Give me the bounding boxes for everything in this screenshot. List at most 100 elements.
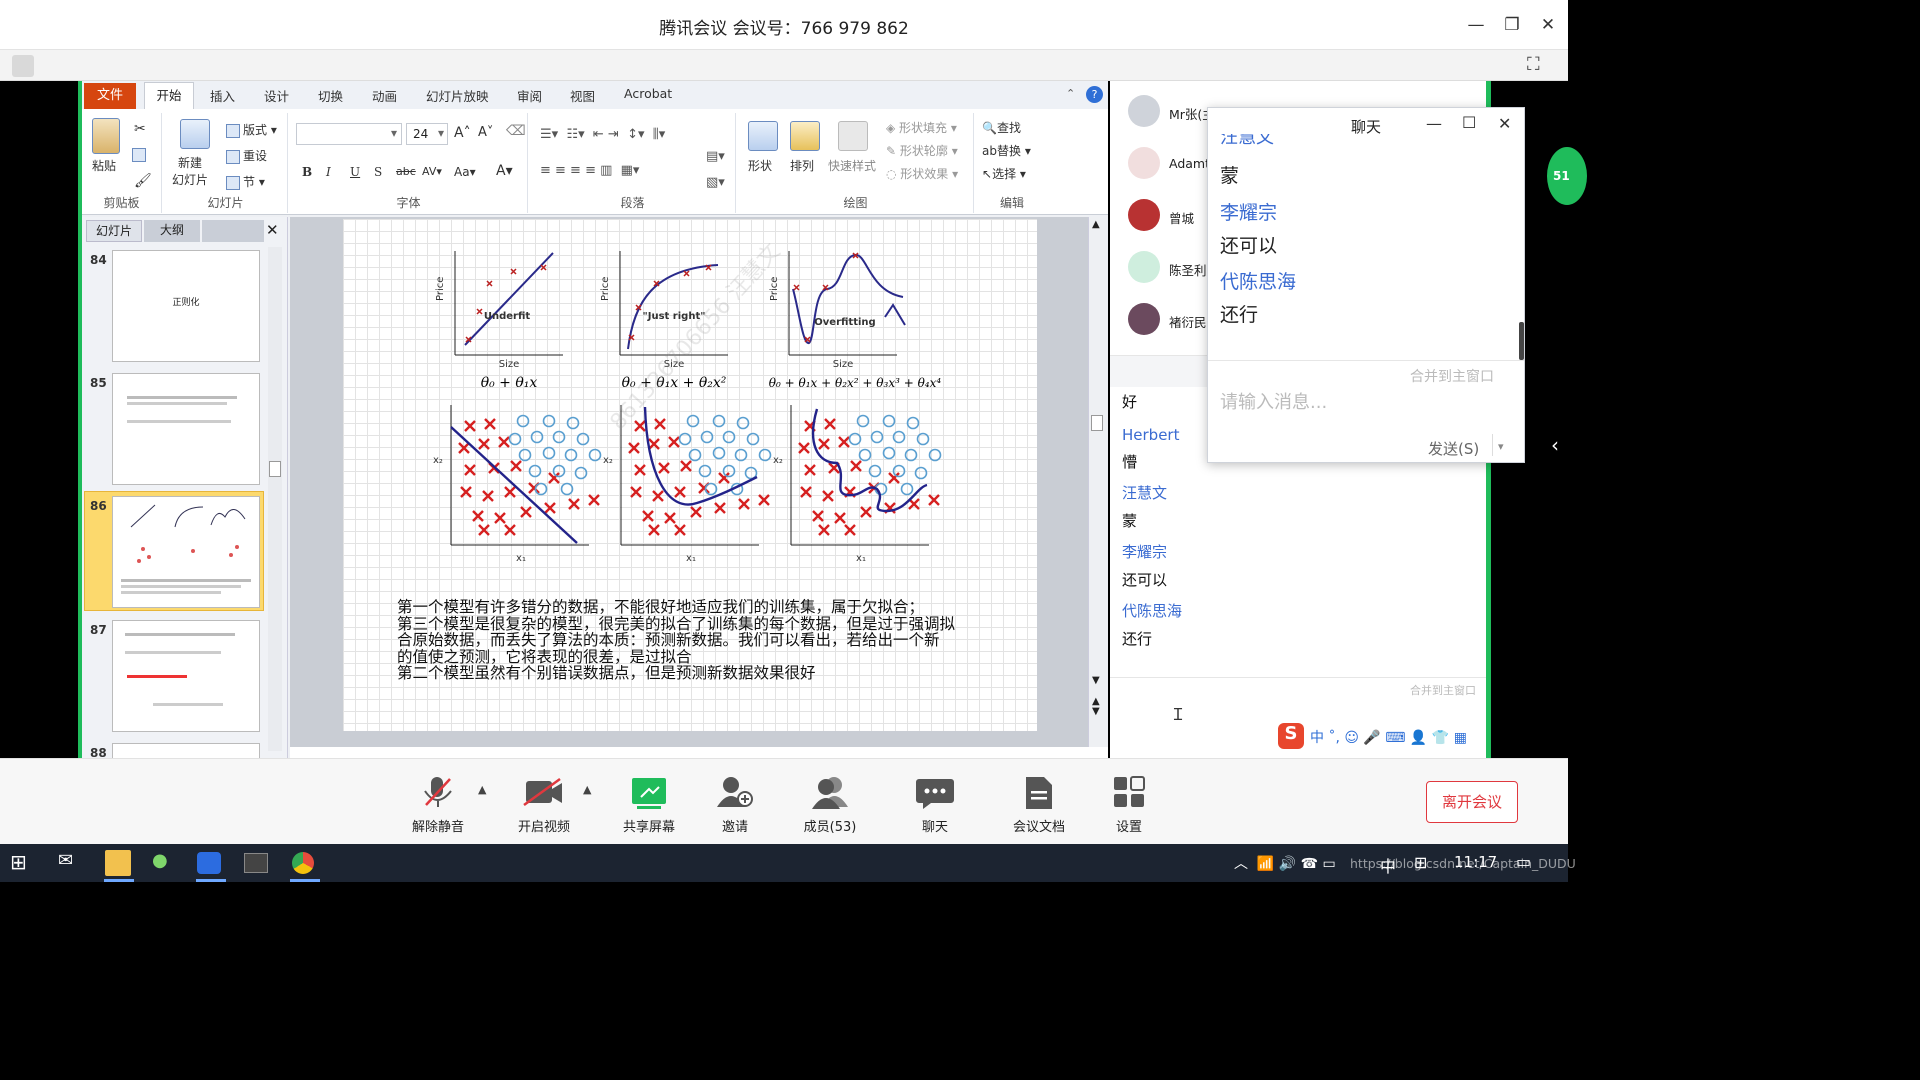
ime-toolbar[interactable]: S 中 ˚, ☺ 🎤 ⌨ 👤 👕 ▦ bbox=[1276, 723, 1486, 751]
help-icon[interactable]: ? bbox=[1086, 86, 1103, 103]
clear-format-icon[interactable]: ⌫ bbox=[506, 123, 526, 139]
format-painter-icon[interactable]: 🖌 bbox=[134, 173, 152, 189]
find-button[interactable]: 🔍查找 bbox=[982, 119, 1021, 136]
chat-input[interactable]: 请输入消息... bbox=[1220, 388, 1327, 414]
shapes-icon[interactable] bbox=[748, 121, 778, 151]
tencent-meeting-icon[interactable] bbox=[197, 852, 221, 874]
send-options-icon[interactable]: ▾ bbox=[1498, 440, 1504, 453]
slide-text-line: 合原始数据，而丢失了算法的本质：预测新数据。我们可以看出，若给出一个新 bbox=[397, 631, 940, 649]
tab-animations[interactable]: 动画 bbox=[372, 86, 397, 105]
new-slide-icon[interactable] bbox=[180, 119, 210, 149]
slide-thumbnail[interactable] bbox=[112, 743, 260, 758]
smartart-icon[interactable]: ▧▾ bbox=[706, 175, 725, 190]
file-explorer-icon[interactable] bbox=[105, 850, 131, 876]
shapes-button[interactable]: 形状 bbox=[748, 157, 772, 174]
paste-label[interactable]: 粘贴 bbox=[92, 157, 116, 174]
tab-outline[interactable]: 大纲 bbox=[144, 220, 200, 242]
merge-main-link[interactable]: 合并到主窗口 bbox=[1410, 682, 1476, 698]
font-family-select[interactable]: ▾ bbox=[296, 123, 402, 145]
notes-pane[interactable] bbox=[290, 747, 1108, 758]
mail-icon[interactable]: ✉ bbox=[58, 850, 84, 876]
chat-button[interactable]: 聊天 bbox=[895, 775, 975, 835]
shape-fill-button[interactable]: ◈ 形状填充 ▾ bbox=[886, 119, 957, 136]
underline-button[interactable]: U bbox=[350, 165, 360, 179]
tab-acrobat[interactable]: Acrobat bbox=[624, 86, 672, 101]
shape-effects-button[interactable]: ◌ 形状效果 ▾ bbox=[886, 165, 958, 182]
invite-button[interactable]: 邀请 bbox=[695, 775, 775, 835]
tab-design[interactable]: 设计 bbox=[264, 86, 289, 105]
chrome-icon[interactable] bbox=[292, 852, 314, 874]
bold-button[interactable]: B bbox=[302, 165, 312, 179]
shadow-button[interactable]: S bbox=[374, 165, 382, 179]
fullscreen-icon[interactable]: ⛶ bbox=[1527, 54, 1540, 75]
layout-button[interactable]: 版式 ▾ bbox=[226, 121, 277, 138]
replace-button[interactable]: ab替换 ▾ bbox=[982, 142, 1031, 159]
restore-button[interactable]: ❐ bbox=[1499, 13, 1525, 37]
tab-review[interactable]: 审阅 bbox=[517, 86, 542, 105]
tab-slideshow[interactable]: 幻灯片放映 bbox=[426, 86, 489, 105]
tab-transitions[interactable]: 切换 bbox=[318, 86, 343, 105]
slide-thumbnail-current[interactable] bbox=[112, 496, 260, 608]
expand-icon[interactable]: ‹ bbox=[1551, 433, 1559, 457]
merge-to-main-link[interactable]: 合并到主窗口 bbox=[1410, 366, 1494, 386]
italic-button[interactable]: I bbox=[326, 165, 331, 179]
quick-styles-icon[interactable] bbox=[838, 121, 868, 151]
wechat-icon[interactable]: ● bbox=[152, 850, 178, 876]
shape-outline-button[interactable]: ✎ 形状轮廓 ▾ bbox=[886, 142, 958, 159]
tab-slides[interactable]: 幻灯片 bbox=[86, 220, 142, 242]
align-icons[interactable]: ≡ ≡ ≡ ≡ ▥ ▦▾ bbox=[540, 163, 639, 178]
close-pane-icon[interactable]: ✕ bbox=[266, 221, 279, 239]
tab-insert[interactable]: 插入 bbox=[210, 86, 235, 105]
windows-start-icon[interactable]: ⊞ bbox=[10, 850, 36, 876]
leave-meeting-button[interactable]: 离开会议 bbox=[1426, 781, 1518, 823]
bullets-icon[interactable]: ☰▾ ☷▾ ⇤ ⇥ ↕▾ ⫼▾ bbox=[540, 127, 665, 142]
quick-styles-button[interactable]: 快速样式 bbox=[828, 157, 876, 174]
close-button[interactable]: ✕ bbox=[1535, 13, 1561, 37]
cut-icon[interactable]: ✂ bbox=[134, 121, 146, 137]
font-color-button[interactable]: A▾ bbox=[496, 163, 513, 179]
popup-maximize-button[interactable]: ☐ bbox=[1462, 113, 1476, 132]
slide-thumbnail[interactable] bbox=[112, 373, 260, 485]
share-screen-button[interactable]: 共享屏幕 bbox=[609, 775, 689, 835]
side-badge[interactable]: 51 bbox=[1547, 147, 1587, 205]
char-spacing-button[interactable]: AV▾ bbox=[422, 165, 442, 178]
slide-scrollbar[interactable]: ▲ ▼ ▲ ▼ bbox=[1088, 217, 1106, 747]
video-options-icon[interactable]: ▲ bbox=[583, 783, 591, 796]
shield-icon[interactable] bbox=[12, 55, 34, 77]
minimize-button[interactable]: — bbox=[1463, 13, 1489, 37]
tab-home[interactable]: 开始 bbox=[144, 82, 194, 110]
start-video-button[interactable]: 开启视频 bbox=[504, 775, 584, 835]
tab-file[interactable]: 文件 bbox=[84, 83, 136, 109]
text-direction-icon[interactable]: ▤▾ bbox=[706, 149, 725, 164]
send-button[interactable]: 发送(S) bbox=[1428, 438, 1479, 459]
change-case-button[interactable]: Aa▾ bbox=[454, 165, 476, 179]
copy-icon[interactable] bbox=[132, 147, 149, 162]
new-slide-button[interactable]: 新建 幻灯片 bbox=[172, 155, 208, 189]
unmute-button[interactable]: 解除静音 bbox=[398, 775, 478, 835]
collapse-ribbon-icon[interactable]: ⌃ bbox=[1066, 87, 1075, 100]
reset-button[interactable]: 重设 bbox=[226, 147, 267, 164]
strikethrough-button[interactable]: abc bbox=[396, 165, 416, 178]
tray-icons[interactable]: ︿ 📶 🔊 ☎ ▭ bbox=[1234, 853, 1336, 873]
grow-font-icon[interactable]: A˄ bbox=[454, 125, 471, 141]
terminal-icon[interactable] bbox=[244, 853, 268, 873]
tab-view[interactable]: 视图 bbox=[570, 86, 595, 105]
thumb-scrollbar[interactable] bbox=[268, 247, 282, 751]
slide-thumbnail[interactable]: 正则化 bbox=[112, 250, 260, 362]
arrange-icon[interactable] bbox=[790, 121, 820, 151]
arrange-button[interactable]: 排列 bbox=[790, 157, 814, 174]
popup-close-button[interactable]: ✕ bbox=[1498, 114, 1511, 133]
select-button[interactable]: ↖选择 ▾ bbox=[982, 165, 1026, 182]
meeting-docs-button[interactable]: 会议文档 bbox=[999, 775, 1079, 835]
slide-thumbnail[interactable] bbox=[112, 620, 260, 732]
members-button[interactable]: 成员(53) bbox=[790, 775, 870, 835]
settings-button[interactable]: 设置 bbox=[1089, 775, 1169, 835]
popup-minimize-button[interactable]: — bbox=[1426, 114, 1442, 133]
section-button[interactable]: 节 ▾ bbox=[226, 173, 265, 190]
shrink-font-icon[interactable]: A˅ bbox=[478, 125, 493, 140]
font-size-select[interactable]: 24 ▾ bbox=[406, 123, 448, 145]
current-slide[interactable]: Price Underfit Size θ₀ + θ₁x Price "Just… bbox=[343, 219, 1037, 731]
popup-scrollbar[interactable] bbox=[1519, 322, 1524, 360]
paste-icon[interactable] bbox=[92, 118, 120, 154]
audio-options-icon[interactable]: ▲ bbox=[478, 783, 486, 796]
